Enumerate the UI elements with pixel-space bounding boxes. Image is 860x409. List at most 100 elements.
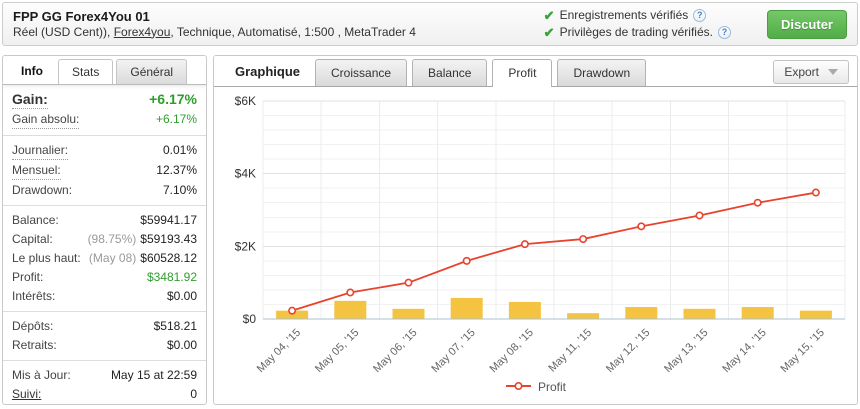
stat-value: $3481.92 bbox=[147, 269, 197, 286]
verified-row: ✔ Enregistrements vérifiés ? bbox=[544, 7, 731, 24]
stat-value: 7.10% bbox=[163, 182, 197, 199]
stat-label: Dépôts: bbox=[12, 318, 53, 335]
stat-row-le-plus-haut: Le plus haut: (May 08)$60528.12 bbox=[3, 249, 206, 268]
stat-label: Le plus haut: bbox=[12, 250, 81, 267]
bar-may-12-15 bbox=[625, 307, 657, 319]
stat-label: Gain: bbox=[12, 91, 48, 109]
sidebar-tabs: InfoStatsGénéral bbox=[3, 56, 206, 85]
x-tick-label: May 07, '15 bbox=[429, 327, 477, 375]
stat-value: $518.21 bbox=[154, 318, 197, 335]
verification-block: ✔ Enregistrements vérifiés ? ✔ Privilège… bbox=[544, 7, 731, 41]
point-may-08-15 bbox=[522, 241, 528, 247]
chart-tab-drawdown[interactable]: Drawdown bbox=[557, 59, 646, 86]
bar-may-08-15 bbox=[509, 302, 541, 319]
x-tick-label: May 08, '15 bbox=[488, 327, 536, 375]
verified-label: Privilèges de trading vérifiés. bbox=[560, 24, 713, 41]
panel-title-graphique: Graphique bbox=[220, 57, 315, 86]
export-button[interactable]: Export bbox=[773, 60, 849, 84]
stat-value: $0.00 bbox=[167, 288, 197, 305]
stat-group: Balance:$59941.17Capital:(98.75%)$59193.… bbox=[3, 205, 206, 311]
chart-tabs: GraphiqueCroissanceBalanceProfitDrawdown… bbox=[214, 56, 857, 87]
legend-label: Profit bbox=[538, 380, 566, 394]
stat-value: (May 08)$60528.12 bbox=[89, 250, 197, 267]
bar-may-15-15 bbox=[800, 311, 832, 319]
stat-label: Mis à Jour: bbox=[12, 367, 71, 384]
stat-row-gain: Gain:+6.17% bbox=[3, 90, 206, 110]
check-icon: ✔ bbox=[544, 7, 555, 24]
legend-line-marker-icon bbox=[506, 380, 531, 394]
x-tick-label: May 15, '15 bbox=[779, 327, 827, 375]
stat-value: 0 bbox=[190, 386, 197, 403]
stat-label: Capital: bbox=[12, 231, 53, 248]
stat-label: Mensuel: bbox=[12, 162, 61, 180]
help-icon[interactable]: ? bbox=[718, 26, 731, 39]
broker-link[interactable]: Forex4you bbox=[114, 25, 171, 39]
y-tick-label: $4K bbox=[235, 167, 256, 181]
bar-may-07-15 bbox=[451, 298, 483, 319]
point-may-12-15 bbox=[638, 223, 644, 229]
point-may-06-15 bbox=[405, 279, 411, 285]
stat-value: May 15 at 22:59 bbox=[111, 367, 197, 384]
stat-row-suivi: Suivi: 0 bbox=[3, 385, 206, 404]
stat-value: $59941.17 bbox=[140, 212, 197, 229]
x-tick-label: May 06, '15 bbox=[371, 327, 419, 375]
stats-sidebar: InfoStatsGénéral Gain:+6.17%Gain absolu:… bbox=[2, 55, 207, 405]
stat-label: Retraits: bbox=[12, 337, 57, 354]
export-label: Export bbox=[784, 65, 819, 79]
stat-row-mensuel: Mensuel:12.37% bbox=[3, 161, 206, 181]
help-icon[interactable]: ? bbox=[693, 9, 706, 22]
x-tick-label: May 14, '15 bbox=[720, 327, 768, 375]
account-identity: FPP GG Forex4You 01 Réel (USD Cent)), Fo… bbox=[13, 9, 544, 40]
stat-label: Intérêts: bbox=[12, 288, 55, 305]
x-tick-label: May 04, '15 bbox=[255, 327, 303, 375]
stat-row-balance: Balance:$59941.17 bbox=[3, 211, 206, 230]
sidebar-tab-general[interactable]: Général bbox=[116, 59, 187, 84]
stat-row-retraits: Retraits:$0.00 bbox=[3, 336, 206, 355]
y-tick-label: $6K bbox=[235, 94, 256, 108]
stat-value: 0.01% bbox=[163, 142, 197, 159]
sidebar-tab-info[interactable]: Info bbox=[9, 58, 55, 84]
discuss-button[interactable]: Discuter bbox=[767, 10, 847, 39]
check-icon: ✔ bbox=[544, 24, 555, 41]
verified-label: Enregistrements vérifiés bbox=[560, 7, 689, 24]
stat-value: +6.17% bbox=[156, 111, 197, 128]
point-may-07-15 bbox=[464, 258, 470, 264]
x-tick-label: May 11, '15 bbox=[546, 327, 594, 375]
chart-tab-croissance[interactable]: Croissance bbox=[315, 59, 407, 86]
chart-tab-profit[interactable]: Profit bbox=[492, 59, 552, 87]
y-tick-label: $0 bbox=[243, 312, 257, 326]
x-tick-label: May 05, '15 bbox=[313, 327, 361, 375]
verified-row: ✔ Privilèges de trading vérifiés. ? bbox=[544, 24, 731, 41]
stat-row-interets: Intérêts: $0.00 bbox=[3, 287, 206, 306]
stat-row-journalier: Journalier: 0.01% bbox=[3, 141, 206, 161]
account-title: FPP GG Forex4You 01 bbox=[13, 9, 544, 25]
chart-tab-balance[interactable]: Balance bbox=[412, 59, 487, 86]
point-may-14-15 bbox=[755, 200, 761, 206]
sidebar-tab-stats[interactable]: Stats bbox=[58, 59, 113, 84]
x-tick-label: May 13, '15 bbox=[662, 327, 710, 375]
stat-value-note: (May 08) bbox=[89, 251, 136, 265]
point-may-13-15 bbox=[696, 212, 702, 218]
bar-may-14-15 bbox=[742, 307, 774, 319]
account-header: FPP GG Forex4You 01 Réel (USD Cent)), Fo… bbox=[2, 2, 858, 46]
stat-label: Drawdown: bbox=[12, 182, 72, 199]
account-subtitle: Réel (USD Cent)), Forex4you, Technique, … bbox=[13, 25, 544, 40]
stat-row-drawdown: Drawdown: 7.10% bbox=[3, 181, 206, 200]
stat-label: Profit: bbox=[12, 269, 43, 286]
stat-row-gain-absolu: Gain absolu:+6.17% bbox=[3, 110, 206, 130]
stat-row-mis-a-jour: Mis à Jour: May 15 at 22:59 bbox=[3, 366, 206, 385]
point-may-15-15 bbox=[813, 189, 819, 195]
content: InfoStatsGénéral Gain:+6.17%Gain absolu:… bbox=[2, 55, 858, 405]
stat-row-depots: Dépôts: $518.21 bbox=[3, 317, 206, 336]
point-may-05-15 bbox=[347, 289, 353, 295]
sidebar-stats: Gain:+6.17%Gain absolu:+6.17%Journalier:… bbox=[3, 85, 206, 405]
stat-group: Gain:+6.17%Gain absolu:+6.17% bbox=[3, 85, 206, 135]
y-tick-label: $2K bbox=[235, 239, 256, 253]
stat-label-link[interactable]: Suivi: bbox=[12, 386, 41, 403]
stat-row-profit: Profit: $3481.92 bbox=[3, 268, 206, 287]
stat-group: Journalier: 0.01% Mensuel:12.37%Drawdown: 7… bbox=[3, 135, 206, 205]
subtitle-text: Réel (USD Cent)), bbox=[13, 25, 114, 39]
profit-chart: $0 $2K $4K $6K May 04, '15May 05, '15May 06,… bbox=[217, 91, 851, 379]
stat-label: Journalier: bbox=[12, 142, 68, 160]
stat-row-capital: Capital:(98.75%)$59193.43 bbox=[3, 230, 206, 249]
